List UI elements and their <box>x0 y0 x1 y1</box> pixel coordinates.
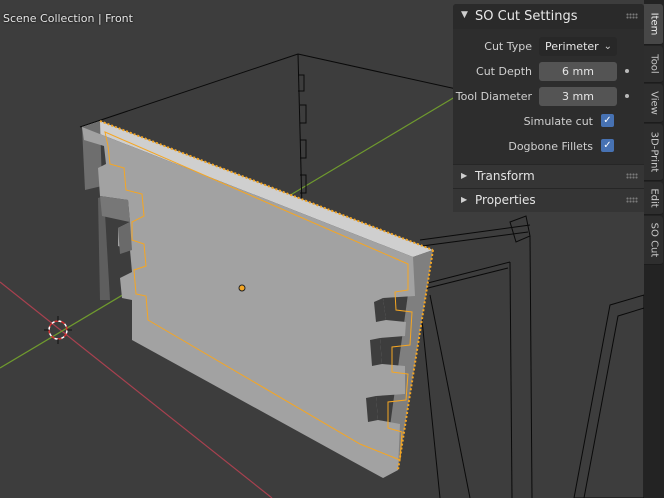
simulate-cut-checkbox[interactable]: ✓ <box>601 114 614 127</box>
tab-3d-print[interactable]: 3D-Print <box>644 124 663 181</box>
cut-type-value: Perimeter <box>545 40 599 53</box>
tab-view[interactable]: View <box>644 84 663 123</box>
viewport-scene-label: Scene Collection | Front <box>3 12 133 25</box>
dogbone-fillets-row[interactable]: Dogbone Fillets ✓ <box>453 137 644 157</box>
keyframe-dot-icon[interactable] <box>625 94 629 98</box>
sidebar-panel: ▼ SO Cut Settings Cut Type Perimeter ⌄ C… <box>453 4 644 212</box>
cut-type-row: Cut Type Perimeter ⌄ <box>453 37 644 57</box>
panel-title: SO Cut Settings <box>475 9 578 24</box>
tool-diameter-row: Tool Diameter 3 mm <box>453 87 644 107</box>
cut-depth-label: Cut Depth <box>476 65 532 78</box>
simulate-cut-label: Simulate cut <box>523 115 593 128</box>
collapsed-arrow-icon: ▶ <box>461 171 468 180</box>
simulate-cut-row[interactable]: Simulate cut ✓ <box>453 112 644 132</box>
properties-subpanel-header[interactable]: ▶ Properties <box>453 188 644 212</box>
sidebar-tabs: Item Tool View 3D-Print Edit SO Cut <box>644 0 664 498</box>
tab-item[interactable]: Item <box>644 4 663 45</box>
cut-depth-field[interactable]: 6 mm <box>539 62 617 81</box>
board-mesh <box>82 121 433 478</box>
object-origin-icon[interactable] <box>238 284 246 292</box>
tab-edit[interactable]: Edit <box>644 182 663 215</box>
drag-handle-icon[interactable] <box>626 173 638 179</box>
cut-settings-header[interactable]: ▼ SO Cut Settings <box>453 4 644 29</box>
cut-depth-row: Cut Depth 6 mm <box>453 62 644 82</box>
cut-type-label: Cut Type <box>484 40 532 53</box>
chevron-down-icon: ⌄ <box>603 41 612 52</box>
dogbone-fillets-checkbox[interactable]: ✓ <box>601 139 614 152</box>
drag-handle-icon[interactable] <box>626 13 638 19</box>
keyframe-dot-icon[interactable] <box>625 69 629 73</box>
tab-so-cut[interactable]: SO Cut <box>644 216 663 265</box>
transform-subpanel-header[interactable]: ▶ Transform <box>453 164 644 188</box>
expand-arrow-icon[interactable]: ▼ <box>461 10 468 20</box>
tool-diameter-label: Tool Diameter <box>455 90 532 103</box>
dogbone-fillets-label: Dogbone Fillets <box>508 140 593 153</box>
drag-handle-icon[interactable] <box>626 197 638 203</box>
cut-type-dropdown[interactable]: Perimeter ⌄ <box>539 37 617 56</box>
tool-diameter-field[interactable]: 3 mm <box>539 87 617 106</box>
tab-tool[interactable]: Tool <box>644 46 663 83</box>
transform-title: Transform <box>475 169 535 183</box>
collapsed-arrow-icon: ▶ <box>461 195 468 204</box>
properties-title: Properties <box>475 193 536 207</box>
